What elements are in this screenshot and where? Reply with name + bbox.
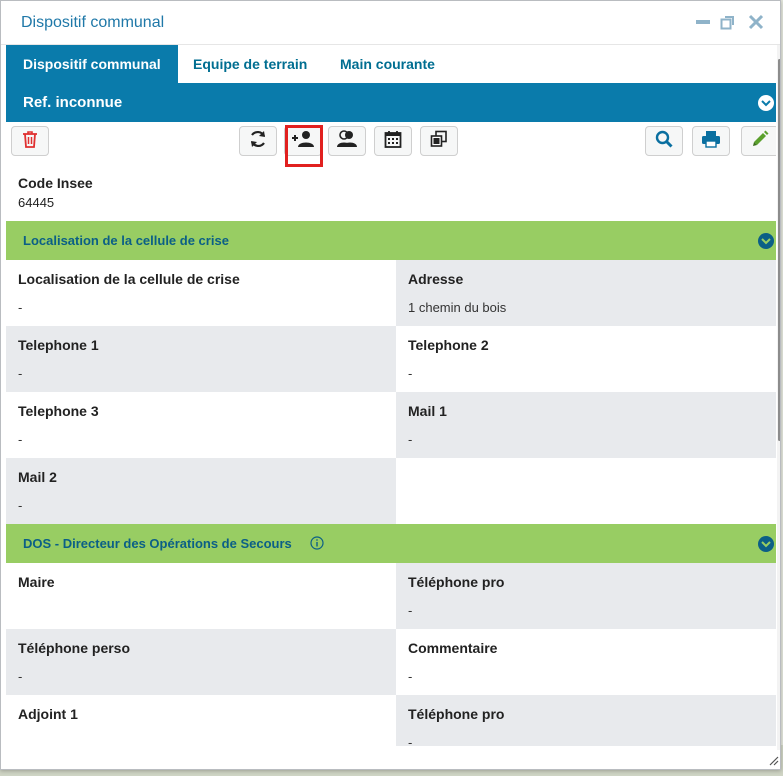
- field-value: -: [18, 669, 23, 684]
- section-dos-title: DOS - Directeur des Opérations de Secour…: [23, 536, 292, 551]
- field-label: Telephone 1: [18, 337, 99, 353]
- record-title: Ref. inconnue: [23, 94, 123, 111]
- field-adresse: Adresse 1 chemin du bois: [396, 260, 776, 326]
- field-label: Téléphone pro: [408, 574, 505, 590]
- copy-button[interactable]: [420, 126, 458, 156]
- field-value: -: [408, 669, 413, 684]
- selection-highlight: [285, 125, 323, 167]
- field-telephone-perso: Téléphone perso -: [6, 629, 396, 695]
- section-cellule-header[interactable]: Localisation de la cellule de crise: [6, 221, 776, 260]
- action-toolbar: [6, 122, 776, 164]
- field-mail-2: Mail 2 -: [6, 458, 396, 524]
- field-value: -: [18, 366, 23, 381]
- field-value: -: [408, 603, 413, 618]
- close-icon[interactable]: [745, 10, 767, 34]
- print-icon: [701, 130, 721, 153]
- tab-main-courante[interactable]: Main courante: [323, 45, 452, 83]
- window-title: Dispositif communal: [21, 14, 165, 31]
- field-value: -: [18, 432, 23, 447]
- edit-button[interactable]: [741, 126, 776, 156]
- field-telephone-pro-2: Téléphone pro -: [396, 695, 776, 746]
- scrollbar-thumb[interactable]: [778, 59, 780, 441]
- content-panel: Ref. inconnue Code Insee 64445 Localisat…: [6, 83, 776, 746]
- field-value: -: [408, 366, 413, 381]
- print-button[interactable]: [692, 126, 730, 156]
- calendar-button[interactable]: [374, 126, 412, 156]
- restore-icon[interactable]: [717, 10, 739, 34]
- dispositif-window: Dispositif communal Dispositif communal …: [0, 0, 781, 770]
- field-value: 1 chemin du bois: [408, 300, 507, 315]
- field-label: Adresse: [408, 271, 464, 287]
- edit-icon: [751, 130, 769, 153]
- field-telephone-pro: Téléphone pro -: [396, 563, 776, 629]
- field-commentaire: Commentaire -: [396, 629, 776, 695]
- field-label: Mail 2: [18, 469, 57, 485]
- resize-handle-icon[interactable]: [767, 753, 779, 766]
- field-value: -: [408, 432, 413, 447]
- field-value: -: [18, 498, 23, 513]
- chevron-down-icon[interactable]: [758, 536, 774, 552]
- field-label: Téléphone perso: [18, 640, 131, 656]
- field-telephone-2: Telephone 2 -: [396, 326, 776, 392]
- refresh-icon: [248, 129, 268, 154]
- field-label: Telephone 2: [408, 337, 489, 353]
- field-label: Telephone 3: [18, 403, 99, 419]
- code-insee-label: Code Insee: [18, 175, 93, 191]
- field-telephone-1: Telephone 1 -: [6, 326, 396, 392]
- field-label: Téléphone pro: [408, 706, 505, 722]
- chevron-down-icon[interactable]: [758, 233, 774, 249]
- search-icon: [655, 130, 673, 153]
- chevron-down-icon[interactable]: [758, 95, 774, 111]
- users-button[interactable]: [328, 126, 366, 156]
- field-value: -: [18, 300, 23, 315]
- users-icon: [335, 129, 359, 153]
- field-telephone-3: Telephone 3 -: [6, 392, 396, 458]
- field-value: -: [408, 735, 413, 746]
- info-icon[interactable]: [310, 536, 324, 555]
- window-titlebar[interactable]: Dispositif communal: [1, 1, 780, 45]
- tab-equipe-de-terrain[interactable]: Equipe de terrain: [176, 45, 324, 83]
- refresh-button[interactable]: [239, 126, 277, 156]
- field-maire: Maire: [6, 563, 396, 629]
- field-adjoint-1: Adjoint 1: [6, 695, 396, 746]
- delete-button[interactable]: [11, 126, 49, 156]
- section-dos-header[interactable]: DOS - Directeur des Opérations de Secour…: [6, 524, 776, 563]
- field-localisation: Localisation de la cellule de crise -: [6, 260, 396, 326]
- field-label: Commentaire: [408, 640, 498, 656]
- record-header[interactable]: Ref. inconnue: [6, 83, 776, 122]
- calendar-icon: [384, 130, 402, 153]
- section-cellule-title: Localisation de la cellule de crise: [23, 233, 229, 248]
- field-label: Mail 1: [408, 403, 447, 419]
- field-label: Adjoint 1: [18, 706, 78, 722]
- search-button[interactable]: [645, 126, 683, 156]
- field-label: Maire: [18, 574, 55, 590]
- minimize-icon[interactable]: [692, 10, 714, 34]
- field-label: Localisation de la cellule de crise: [18, 271, 240, 287]
- tab-bar: Dispositif communal Equipe de terrain Ma…: [6, 45, 776, 83]
- trash-icon: [22, 130, 38, 153]
- field-mail-1: Mail 1 -: [396, 392, 776, 458]
- copy-icon: [430, 130, 448, 153]
- code-insee-value: 64445: [18, 195, 55, 210]
- tab-dispositif-communal[interactable]: Dispositif communal: [6, 45, 178, 83]
